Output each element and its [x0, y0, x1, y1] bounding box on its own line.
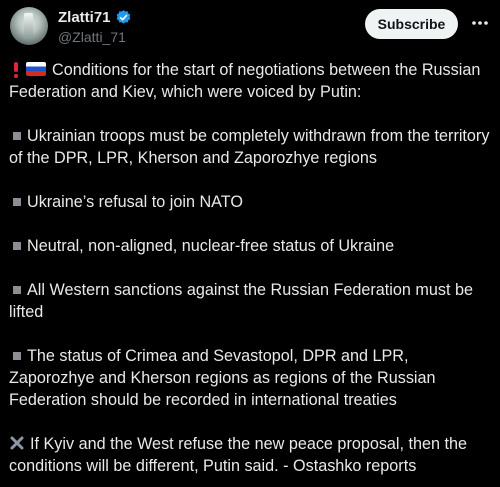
verified-badge-icon	[116, 10, 130, 24]
post-text: Conditions for the start of negotiations…	[9, 59, 494, 477]
cross-mark-icon	[10, 436, 24, 450]
square-bullet-icon	[13, 241, 21, 250]
intro-text: Conditions for the start of negotiations…	[9, 61, 481, 101]
square-bullet-icon	[13, 285, 21, 294]
closing-text: If Kyiv and the West refuse the new peac…	[9, 435, 468, 475]
author-display-name[interactable]: Zlatti71	[58, 9, 111, 26]
condition-item: Neutral, non-aligned, nuclear-free statu…	[9, 235, 494, 257]
author-name-row: Zlatti71	[58, 9, 132, 26]
exclamation-icon	[14, 62, 18, 78]
condition-item: All Western sanctions against the Russia…	[9, 279, 494, 323]
post-closing: If Kyiv and the West refuse the new peac…	[9, 433, 494, 477]
square-bullet-icon	[13, 197, 21, 206]
condition-text: Ukrainian troops must be completely with…	[9, 127, 490, 167]
subscribe-button[interactable]: Subscribe	[365, 9, 458, 39]
russian-flag-icon	[26, 62, 46, 76]
avatar[interactable]	[10, 7, 48, 45]
condition-text: Neutral, non-aligned, nuclear-free statu…	[27, 237, 395, 255]
condition-text: All Western sanctions against the Russia…	[9, 281, 473, 321]
square-bullet-icon	[13, 351, 21, 360]
post-intro: Conditions for the start of negotiations…	[9, 59, 494, 103]
condition-text: The status of Crimea and Sevastopol, DPR…	[9, 347, 436, 409]
post: Zlatti71 @Zlatti_71 Subscribe Conditions…	[0, 0, 500, 487]
more-options-icon[interactable]	[469, 13, 491, 33]
condition-text: Ukraine’s refusal to join NATO	[27, 193, 243, 211]
square-bullet-icon	[13, 131, 21, 140]
condition-item: The status of Crimea and Sevastopol, DPR…	[9, 345, 494, 411]
author-handle[interactable]: @Zlatti_71	[58, 29, 126, 45]
condition-item: Ukrainian troops must be completely with…	[9, 125, 494, 169]
condition-item: Ukraine’s refusal to join NATO	[9, 191, 494, 213]
